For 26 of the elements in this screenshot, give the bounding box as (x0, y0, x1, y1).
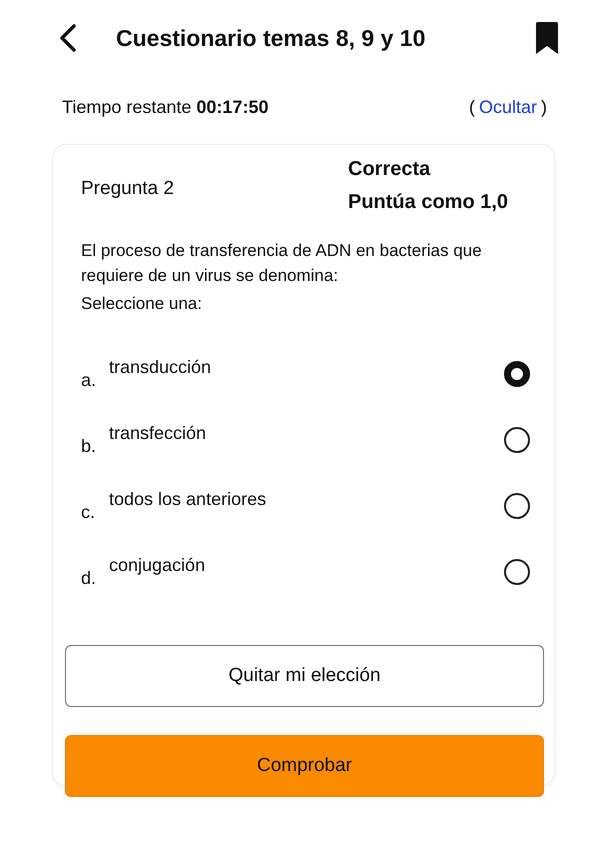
option-label[interactable]: transfección (109, 420, 206, 460)
back-icon[interactable] (58, 23, 78, 53)
radio-button[interactable] (504, 492, 530, 519)
radio-button[interactable] (504, 426, 530, 453)
question-mark: Puntúa como 1,0 (348, 190, 510, 215)
option-label[interactable]: conjugación (109, 552, 206, 592)
option-label[interactable]: todos los anteriores (109, 486, 266, 526)
time-remaining: Tiempo restante 00:17:50 (62, 96, 268, 119)
page-title: Cuestionario temas 8, 9 y 10 (116, 24, 426, 53)
radio-button[interactable] (504, 558, 530, 585)
question-text: El proceso de transferencia de ADN en bacterias que requiere de un virus se denomina: (81, 240, 483, 287)
bookmark-icon[interactable] (535, 21, 559, 55)
hide-link[interactable]: Ocultar (478, 94, 537, 120)
option-letter: d. (81, 567, 98, 590)
option-letter: b. (81, 435, 98, 458)
question-status: Correcta (348, 157, 432, 182)
question-number: Pregunta 2 (81, 177, 174, 201)
question-prompt: Seleccione una: (81, 293, 203, 316)
radio-button[interactable] (504, 360, 530, 387)
check-button[interactable]: Comprobar (65, 734, 544, 797)
parenthesis: ( (468, 96, 475, 119)
parenthesis: ) (541, 96, 547, 119)
option-label[interactable]: transducción (109, 354, 212, 394)
option-letter: c. (81, 501, 96, 524)
option-letter: a. (81, 369, 98, 392)
clear-choice-button[interactable]: Quitar mi elección (65, 644, 544, 707)
